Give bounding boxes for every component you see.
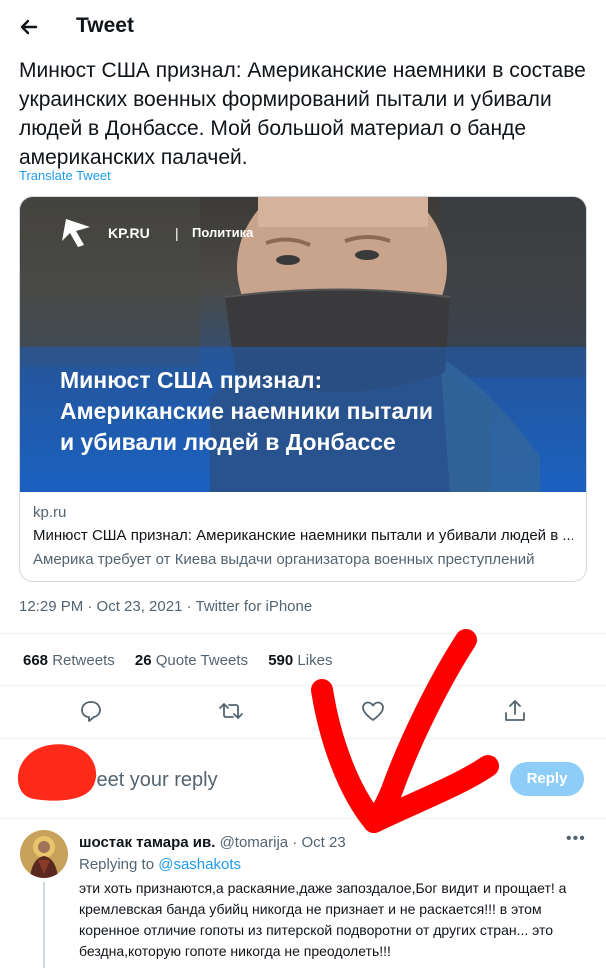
retweets-count: 668 — [23, 652, 49, 669]
card-brand: KP.RU — [108, 225, 150, 241]
card-title: Минюст США признал: Американские наемник… — [33, 527, 573, 544]
divider — [0, 818, 606, 819]
share-action-button[interactable] — [502, 698, 528, 724]
retweet-action-button[interactable] — [218, 698, 244, 724]
reply-author-name[interactable]: шостак тамара ив. — [79, 834, 215, 851]
card-description: Америка требует от Киева выдачи организа… — [33, 551, 535, 568]
replying-to-prefix: Replying to — [79, 856, 159, 873]
divider — [0, 738, 606, 739]
card-domain: kp.ru — [33, 504, 67, 521]
more-options-icon[interactable]: ••• — [566, 830, 586, 848]
reply-text: эти хоть признаются,а раскаяние,даже зап… — [79, 880, 567, 959]
avatar[interactable] — [20, 830, 68, 878]
card-headline-line-3: и убивали людей в Донбассе — [60, 429, 396, 455]
thread-line — [43, 882, 45, 968]
likes-count: 590 — [268, 652, 294, 669]
likes-label: Likes — [297, 652, 333, 669]
header-bar: Tweet — [0, 0, 606, 54]
quote-tweets-count: 26 — [134, 652, 152, 669]
link-card[interactable]: KP.RU | Политика Минюст США признал: Аме… — [19, 196, 587, 582]
like-action-button[interactable] — [360, 698, 386, 724]
back-button[interactable] — [14, 12, 44, 42]
card-image: KP.RU | Политика Минюст США признал: Аме… — [20, 197, 586, 492]
reply-author-handle[interactable]: @tomarija — [220, 834, 289, 851]
retweets-label: Retweets — [52, 652, 115, 669]
tweet-meta: 12:29 PM · Oct 23, 2021 · Twitter for iP… — [19, 598, 313, 615]
retweets-stat[interactable]: 668 Retweets — [23, 652, 115, 669]
card-meta: kp.ru Минюст США признал: Американские н… — [33, 502, 573, 572]
tweet-text: Минюст США признал: Американские наемник… — [19, 59, 586, 169]
reply-input[interactable]: weet your reply — [82, 769, 218, 792]
reply-action-button[interactable] — [78, 698, 104, 724]
divider — [0, 633, 606, 634]
quote-tweets-label: Quote Tweets — [155, 652, 249, 669]
likes-stat[interactable]: 590 Likes — [268, 652, 332, 669]
reply-date[interactable]: Oct 23 — [301, 834, 345, 851]
page-title: Tweet — [76, 14, 134, 37]
replying-to: Replying to @sashakots — [79, 856, 241, 873]
tweet-stats: 668 Retweets 26 Quote Tweets 590 Likes — [23, 652, 348, 669]
redaction-scribble — [17, 744, 97, 801]
reply-tweet[interactable]: шостак тамара ив. @tomarija · Oct 23 •••… — [0, 820, 606, 968]
reply-icon — [81, 701, 101, 722]
reply-header: шостак тамара ив. @tomarija · Oct 23 — [79, 834, 346, 851]
retweet-icon — [219, 703, 243, 719]
reply-separator: · — [288, 834, 302, 851]
reply-button[interactable]: Reply — [510, 762, 584, 796]
card-headline-line-1: Минюст США признал: — [60, 367, 322, 393]
arrow-left-icon — [20, 19, 38, 35]
card-headline-line-2: Американские наемники пытали — [60, 398, 433, 424]
quote-tweets-stat[interactable]: 26 Quote Tweets — [135, 652, 248, 669]
card-section: Политика — [192, 225, 254, 240]
share-icon — [505, 700, 525, 721]
card-brand-separator: | — [175, 225, 179, 241]
replying-to-mention[interactable]: @sashakots — [158, 856, 241, 873]
translate-tweet-link[interactable]: Translate Tweet — [19, 168, 111, 183]
like-icon — [362, 701, 384, 721]
divider — [0, 685, 606, 686]
